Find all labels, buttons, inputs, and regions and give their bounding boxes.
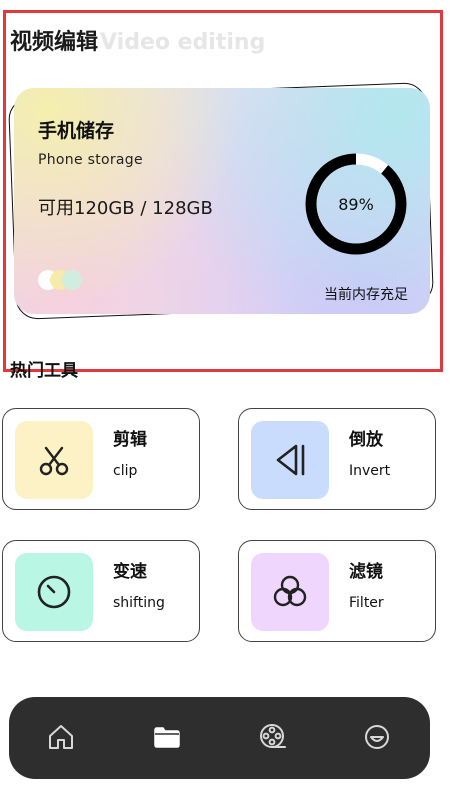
tool-label: 变速 [113, 562, 147, 582]
tool-sublabel: Invert [349, 463, 391, 479]
nav-videos[interactable] [251, 715, 295, 759]
tool-card-shifting[interactable]: 变速 shifting [2, 540, 200, 642]
tool-icon-box [15, 553, 93, 631]
tool-card-filter[interactable]: 滤镜 Filter [238, 540, 436, 642]
profile-icon [365, 725, 389, 749]
tool-label: 剪辑 [113, 430, 147, 450]
color-dots [38, 270, 82, 290]
storage-status: 当前内存充足 [324, 287, 408, 303]
page-header: 视频编辑 Video editing [10, 24, 265, 56]
nav-home[interactable] [39, 715, 83, 759]
home-icon [49, 725, 73, 749]
color-dot [62, 270, 82, 290]
tool-icon-box [251, 553, 329, 631]
speed-gauge-icon [37, 575, 71, 609]
rewind-icon [276, 444, 305, 476]
tool-label: 滤镜 [349, 562, 383, 582]
storage-card[interactable]: 手机储存 Phone storage 可用120GB / 128GB 89% 当… [14, 88, 430, 314]
tool-sublabel: shifting [113, 595, 165, 611]
tool-icon-box [251, 421, 329, 499]
nav-files[interactable] [145, 715, 189, 759]
nav-profile[interactable] [355, 715, 399, 759]
bottom-nav [9, 697, 430, 779]
page-title-english: Video editing [100, 30, 266, 55]
storage-percent: 89% [338, 194, 374, 214]
tool-sublabel: Filter [349, 595, 384, 611]
scissors-icon [39, 446, 69, 476]
storage-subtitle: Phone storage [38, 152, 143, 168]
tool-card-invert[interactable]: 倒放 Invert [238, 408, 436, 510]
tool-icon-box [15, 421, 93, 499]
tool-sublabel: clip [113, 463, 138, 479]
storage-title: 手机储存 [38, 120, 115, 142]
tool-card-clip[interactable]: 剪辑 clip [2, 408, 200, 510]
tool-label: 倒放 [349, 430, 383, 450]
page-title: 视频编辑 [10, 30, 99, 55]
filter-icon [273, 575, 307, 607]
hot-tools-title: 热门工具 [10, 361, 78, 381]
storage-capacity: 可用120GB / 128GB [38, 198, 213, 219]
film-reel-icon [260, 724, 286, 748]
folder-icon [154, 727, 180, 748]
